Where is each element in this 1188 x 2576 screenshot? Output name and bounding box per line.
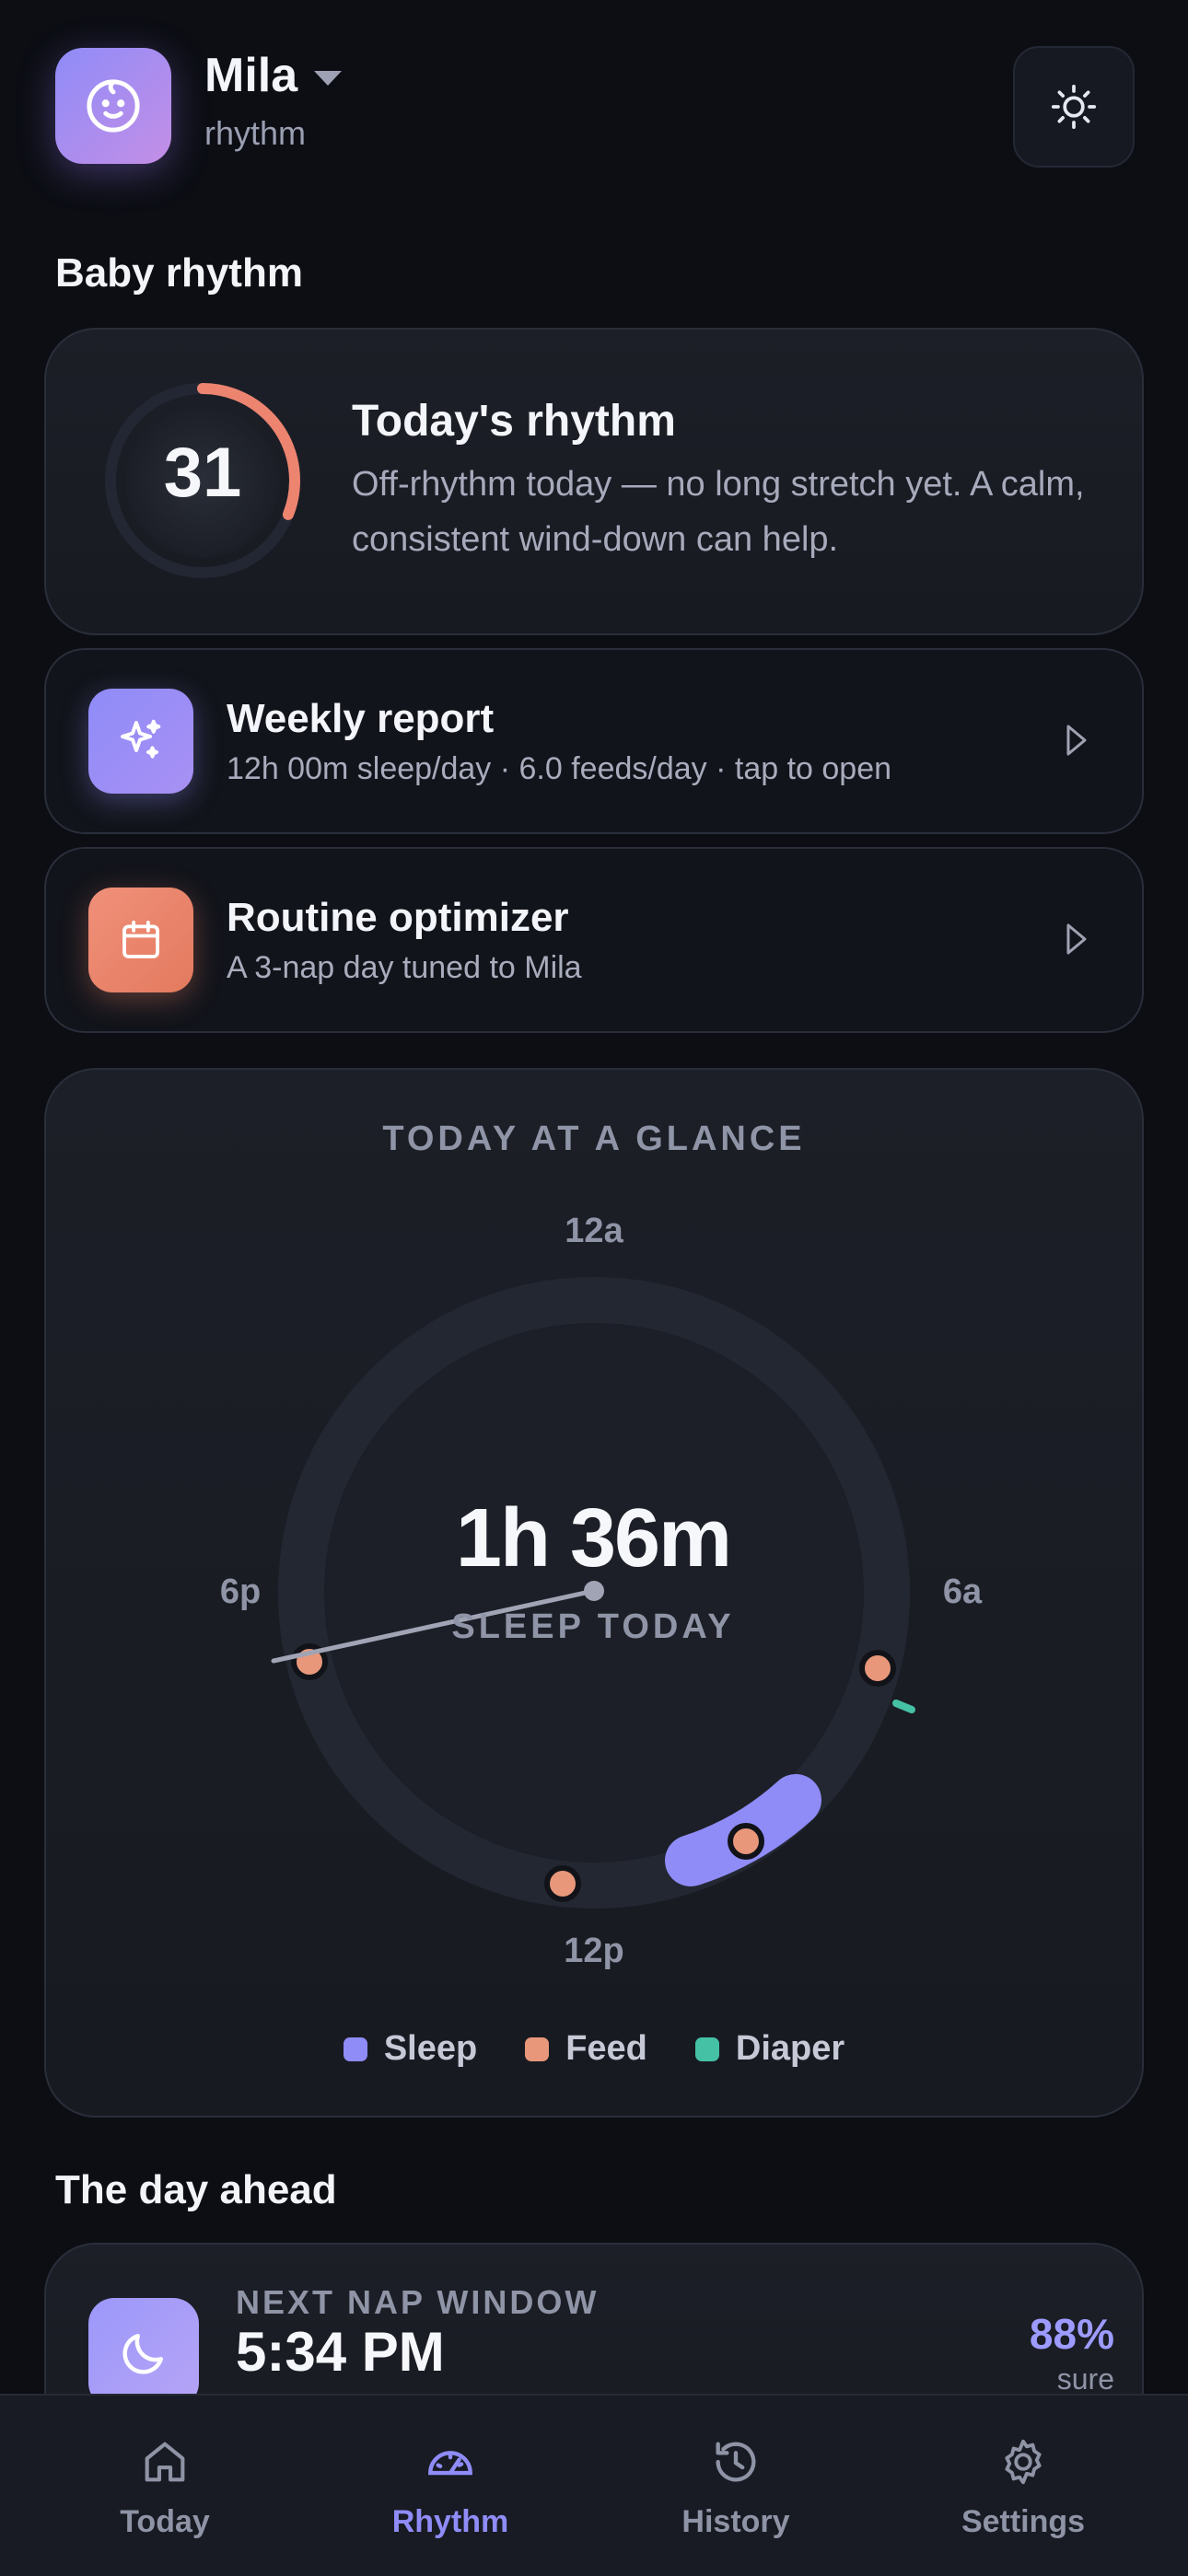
next-nap-confidence-caption: sure (1056, 2362, 1114, 2396)
history-icon (716, 2442, 756, 2482)
baby-switcher[interactable]: Mila (204, 48, 343, 103)
next-nap-confidence: 88% (1029, 2310, 1114, 2358)
legend-sleep-label: Sleep (383, 2029, 478, 2068)
baby-avatar[interactable] (55, 48, 171, 164)
legend-feed-label: Feed (565, 2029, 647, 2068)
feed-event-marker[interactable] (728, 1823, 764, 1860)
rhythm-score-description: Off-rhythm today — no long stretch yet. … (352, 465, 1085, 559)
tab-settings[interactable]: Settings (875, 2396, 1171, 2576)
bottom-tab-bar: Today Rhythm History Settings (0, 2394, 1188, 2576)
weekly-report-icon-tile (88, 689, 193, 794)
legend-diaper-swatch (694, 2036, 719, 2061)
sparkle-icon (121, 719, 161, 759)
weekly-report-row[interactable] (44, 648, 1144, 834)
next-nap-icon-tile (88, 2298, 199, 2408)
feed-event-marker[interactable] (544, 1865, 581, 1902)
tab-rhythm-label: Rhythm (391, 2504, 509, 2539)
tab-settings-label: Settings (961, 2504, 1086, 2539)
tab-today-label: Today (120, 2504, 210, 2539)
legend-sleep: Sleep (343, 2029, 478, 2069)
tab-history-label: History (681, 2504, 790, 2539)
baby-face-icon (87, 79, 140, 133)
routine-optimizer-icon-tile (88, 888, 193, 992)
gauge-icon (428, 2451, 472, 2476)
moon-icon (122, 2334, 163, 2374)
routine-optimizer-title: Routine optimizer (227, 895, 569, 940)
legend-diaper: Diaper (694, 2029, 845, 2069)
home-icon (145, 2442, 185, 2482)
baby-name: Mila (204, 49, 298, 102)
tab-today[interactable]: Today (17, 2396, 313, 2576)
legend-feed-swatch (525, 2036, 550, 2061)
chart-legend: Sleep Feed Diaper (48, 2029, 1140, 2069)
glance-title: TODAY AT A GLANCE (382, 1120, 806, 1158)
theme-toggle-button[interactable] (1013, 46, 1135, 168)
gear-icon (1005, 2439, 1042, 2485)
routine-optimizer-row[interactable] (44, 847, 1144, 1033)
legend-feed: Feed (525, 2029, 647, 2069)
chevron-right-icon (1065, 724, 1089, 761)
weekly-report-title: Weekly report (227, 696, 495, 741)
rhythm-score-value: 31 (163, 434, 242, 512)
calendar-icon (122, 920, 159, 958)
routine-optimizer-subtitle: A 3-nap day tuned to Mila (227, 950, 582, 985)
tab-history[interactable]: History (588, 2396, 884, 2576)
legend-sleep-swatch (343, 2036, 367, 2061)
next-nap-time: 5:34 PM (236, 2321, 445, 2383)
diaper-event-marker[interactable] (892, 1700, 915, 1713)
next-nap-label: NEXT NAP WINDOW (236, 2283, 600, 2321)
app-subtitle: rhythm (204, 114, 307, 152)
sun-icon (1051, 84, 1097, 130)
rhythm-score-title: Today's rhythm (352, 397, 676, 446)
feed-event-marker[interactable] (859, 1650, 896, 1687)
chevron-right-icon (1065, 922, 1089, 960)
weekly-report-subtitle: 12h 00m sleep/day · 6.0 feeds/day · tap … (227, 751, 892, 786)
section-title-day-ahead: The day ahead (55, 2167, 337, 2212)
day-clock-chart (271, 1277, 915, 1909)
legend-diaper-label: Diaper (735, 2029, 845, 2068)
tab-rhythm[interactable]: Rhythm (302, 2396, 599, 2576)
sleep-total-value: 1h 36m (455, 1492, 732, 1584)
section-title-baby-rhythm: Baby rhythm (55, 250, 303, 296)
sleep-total-caption: SLEEP TODAY (451, 1607, 735, 1646)
chevron-down-icon (314, 71, 343, 86)
